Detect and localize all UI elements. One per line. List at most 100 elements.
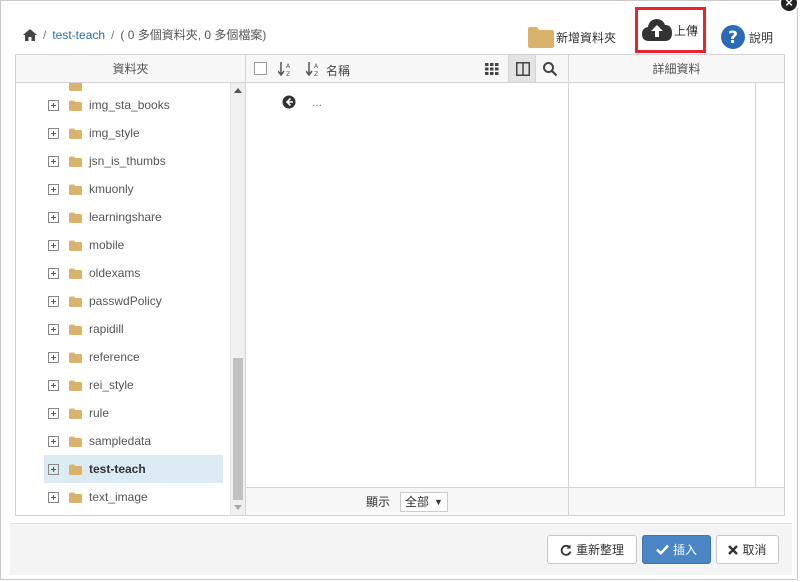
show-filter-value: 全部 <box>405 495 430 509</box>
tree-item-rule[interactable]: rule <box>16 399 231 427</box>
expand-plus-icon[interactable] <box>48 379 59 391</box>
tree-scrollbar[interactable] <box>230 83 245 515</box>
show-filter-select[interactable]: 全部 ▼ <box>400 491 448 512</box>
expand-plus-icon[interactable] <box>48 323 59 335</box>
tree-item-rei-style[interactable]: rei_style <box>16 371 231 399</box>
tree-item-reference[interactable]: reference <box>16 343 231 371</box>
scroll-down-arrow[interactable] <box>234 505 242 510</box>
tree-item-test-teach[interactable]: test-teach <box>44 455 223 483</box>
expand-plus-icon[interactable] <box>48 463 59 475</box>
tree-item-label: sampledata <box>89 434 152 448</box>
svg-text:A: A <box>314 63 319 70</box>
tree-item-text-image[interactable]: text_image <box>16 483 231 511</box>
folder-icon <box>69 212 82 223</box>
tree-item-label: kmuonly <box>89 182 134 196</box>
folder-icon <box>69 156 82 167</box>
expand-plus-icon[interactable] <box>48 239 59 251</box>
tree-item-learningshare[interactable]: learningshare <box>16 203 231 231</box>
scroll-thumb[interactable] <box>233 358 243 500</box>
expand-plus-icon[interactable] <box>48 267 59 279</box>
breadcrumb-current-folder[interactable]: test-teach <box>52 28 105 42</box>
tree-item-sampledata[interactable]: sampledata <box>16 427 231 455</box>
details-header: 詳細資料 <box>569 55 784 83</box>
folder-icon <box>69 240 82 251</box>
home-icon[interactable] <box>23 28 37 41</box>
expand-plus-icon[interactable] <box>48 295 59 307</box>
question-circle-icon: ? <box>721 25 745 49</box>
file-list-footer: 顯示 全部 ▼ <box>246 487 568 515</box>
tree-item-oldexams[interactable]: oldexams <box>16 259 231 287</box>
details-body <box>569 83 756 488</box>
svg-text:Z: Z <box>286 71 290 77</box>
file-list-panel: A Z A Z 名稱 ... 顯示 全部 ▼ <box>246 55 569 515</box>
columns-view-button[interactable] <box>508 55 536 82</box>
parent-folder-label: ... <box>312 95 323 109</box>
folder-icon <box>69 268 82 279</box>
folder-icon <box>69 408 82 419</box>
breadcrumb-summary: ( 0 多個資料夾, 0 多個檔案) <box>120 28 267 42</box>
expand-plus-icon[interactable] <box>48 99 59 111</box>
expand-plus-icon[interactable] <box>48 351 59 363</box>
breadcrumb: / test-teach / ( 0 多個資料夾, 0 多個檔案) <box>23 26 266 43</box>
tree-item-label: rapidill <box>89 322 124 336</box>
reload-label: 重新整理 <box>575 543 624 557</box>
breadcrumb-separator: / <box>43 27 47 42</box>
folder-tree: img_sta_books img_style jsn_is_thumbskmuon… <box>16 83 245 515</box>
expand-plus-icon[interactable] <box>48 435 59 447</box>
close-button[interactable]: × <box>779 0 799 13</box>
insert-label: 插入 <box>672 543 697 557</box>
tree-item-label: oldexams <box>89 266 141 280</box>
search-icon[interactable] <box>542 61 558 77</box>
dialog-footer: 重新整理 插入 取消 <box>10 523 792 575</box>
new-folder-label: 新增資料夾 <box>556 30 617 45</box>
svg-text:A: A <box>286 63 291 70</box>
sort-alpha-icon[interactable]: A Z <box>306 61 322 77</box>
svg-text:?: ? <box>728 28 738 48</box>
sort-alpha-icon[interactable]: A Z <box>278 61 294 77</box>
tree-item-passwdpolicy[interactable]: passwdPolicy <box>16 287 231 315</box>
name-column-header[interactable]: 名稱 <box>326 62 350 79</box>
file-manager-dialog: × / test-teach / ( 0 多個資料夾, 0 多個檔案) 新增資料… <box>0 0 799 580</box>
scroll-up-arrow[interactable] <box>234 88 242 93</box>
tree-item-img-sta-books[interactable]: img_sta_books <box>16 91 231 119</box>
parent-folder-row[interactable]: ... <box>282 95 322 109</box>
tree-item-rapidill[interactable]: rapidill <box>16 315 231 343</box>
top-toolbar: / test-teach / ( 0 多個資料夾, 0 多個檔案) 新增資料夾 … <box>15 7 783 55</box>
expand-plus-icon[interactable] <box>48 211 59 223</box>
folder-icon <box>69 100 82 111</box>
insert-button[interactable]: 插入 <box>642 535 711 564</box>
folder-icon <box>69 296 82 307</box>
folder-icon <box>528 27 554 48</box>
folders-header: 資料夾 <box>16 55 245 83</box>
folder-icon <box>69 492 82 503</box>
expand-plus-icon[interactable] <box>48 407 59 419</box>
expand-plus-icon[interactable] <box>48 491 59 503</box>
upload-button[interactable]: 上傳 <box>635 7 706 53</box>
tree-item-label: text_image <box>89 490 148 504</box>
expand-plus-icon[interactable] <box>48 155 59 167</box>
tree-item-jsn-is-thumbs[interactable]: jsn_is_thumbs <box>16 147 231 175</box>
reload-button[interactable]: 重新整理 <box>547 535 637 564</box>
svg-text:Z: Z <box>314 71 318 77</box>
refresh-icon <box>560 544 572 556</box>
grid-view-icon[interactable] <box>484 61 500 77</box>
details-footer <box>569 487 784 515</box>
tree-item-label: rei_style <box>89 378 134 392</box>
new-folder-button[interactable]: 新增資料夾 <box>528 19 616 55</box>
folder-icon <box>69 436 82 447</box>
file-list-toolbar: A Z A Z 名稱 <box>246 55 568 83</box>
tree-item-kmuonly[interactable]: kmuonly <box>16 175 231 203</box>
show-label: 顯示 <box>366 495 391 509</box>
tree-item-img-style[interactable]: img_style <box>16 119 231 147</box>
breadcrumb-separator: / <box>111 27 115 42</box>
tree-item-mobile[interactable]: mobile <box>16 231 231 259</box>
close-icon <box>728 544 739 555</box>
select-all-checkbox[interactable] <box>254 62 267 75</box>
tree-item-label: rule <box>89 406 110 420</box>
cancel-button[interactable]: 取消 <box>716 535 779 564</box>
expand-plus-icon[interactable] <box>48 127 59 139</box>
help-button[interactable]: ? 說明 <box>720 19 773 55</box>
expand-plus-icon[interactable] <box>48 183 59 195</box>
tree-item-label: reference <box>89 350 140 364</box>
details-panel: 詳細資料 <box>569 55 784 515</box>
